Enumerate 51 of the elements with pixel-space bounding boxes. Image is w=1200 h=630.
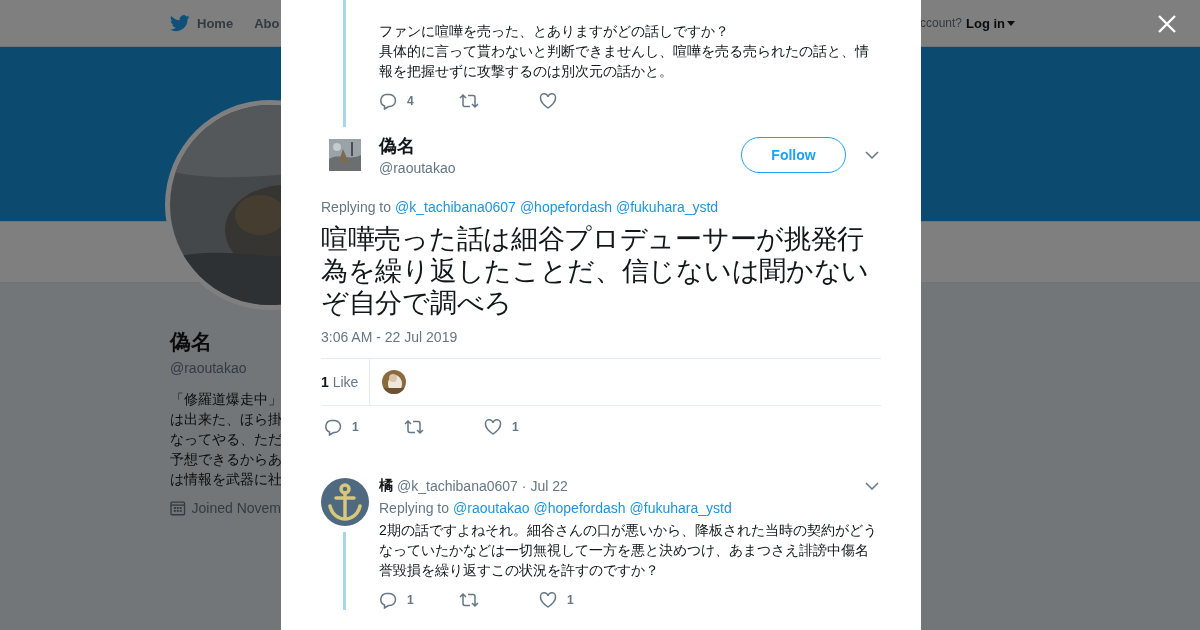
action-count: 1 <box>407 593 414 607</box>
account-prompt: ccount? <box>919 16 962 30</box>
caret-icon <box>1007 20 1015 26</box>
action-count: 4 <box>407 94 414 108</box>
tweet-timestamp[interactable]: 3:06 AM - 22 Jul 2019 <box>321 329 881 345</box>
anchor-icon <box>321 478 369 526</box>
joined-date: Joined Novem <box>191 500 281 516</box>
heart-icon[interactable] <box>484 418 502 436</box>
retweet-icon[interactable] <box>459 591 479 609</box>
retweet-icon[interactable] <box>459 92 479 110</box>
action-count: 1 <box>567 593 574 607</box>
bio-line: は情報を武器に社 <box>170 471 281 489</box>
login-link[interactable]: Log in <box>966 15 1015 31</box>
user-name: 偽名 <box>379 135 416 158</box>
tweet-date[interactable]: · Jul 22 <box>521 478 568 494</box>
bio-line: 予想できるからあ <box>170 451 281 469</box>
mention-link[interactable]: @hopefordash <box>519 199 612 215</box>
action-count: 1 <box>512 420 519 434</box>
mention-link[interactable]: @hopefordash <box>533 500 626 516</box>
heart-icon[interactable] <box>539 591 557 609</box>
home-link[interactable]: Home <box>170 14 234 32</box>
profile-handle: @raoutakao <box>170 360 248 376</box>
nav-link[interactable]: Abo <box>254 15 280 31</box>
chevron-icon[interactable] <box>865 482 879 490</box>
likes-stat[interactable]: 1 Like <box>321 359 371 405</box>
tweet-text: 2期の話ですよねそれ。細谷さんの口が悪いから、降板された当時の契約がどうなっていたかなどは一切無視して一方を悪と決めつけ、あまつさえ誹謗中傷名誉毀損を繰り返すこの状況を許すのですか？ <box>379 521 878 580</box>
heart-icon[interactable] <box>539 92 557 110</box>
mention-link[interactable]: @fukuhara_ystd <box>629 500 732 516</box>
mention-link[interactable]: @fukuhara_ystd <box>615 199 719 215</box>
replying-label: Replying to <box>379 500 450 516</box>
tweet-text: ファンに喧嘩を売った、とありますがどの話しですか？ 具体的に言って貰わないと判断できませんし、喧嘩を売る売られたの話と、情報を把握せずに攻撃するのは別次元の話かと。 <box>379 22 870 81</box>
calendar-icon <box>170 500 186 516</box>
replying-label: Replying to <box>321 199 392 215</box>
mention-link[interactable]: @k_tachibana0607 <box>395 199 516 215</box>
follow-button[interactable]: Follow <box>741 137 846 173</box>
reply-icon[interactable] <box>379 591 397 609</box>
reply-icon[interactable] <box>379 92 397 110</box>
mention-link[interactable]: @raoutakao <box>453 500 530 516</box>
chevron-icon[interactable] <box>865 151 879 159</box>
user-name: 橘 <box>379 477 393 495</box>
action-count: 1 <box>352 420 359 434</box>
bird-icon <box>170 14 190 32</box>
user-handle: @raoutakao <box>379 160 456 176</box>
retweet-icon[interactable] <box>404 418 424 436</box>
bio-line: 「修羅道爆走中」 <box>170 391 281 409</box>
profile-name: 偽名 <box>170 329 213 355</box>
reply-icon[interactable] <box>324 418 342 436</box>
user-handle: @k_tachibana0607 <box>397 478 518 494</box>
close-icon[interactable] <box>1157 14 1177 34</box>
tweet-text: 喧嘩売った話は細谷プロデューサーが挑発行為を繰り返したことだ、信じないは聞かないぞ自分で調べろ <box>321 223 870 319</box>
bio-line: なってやる、ただ <box>170 431 281 449</box>
